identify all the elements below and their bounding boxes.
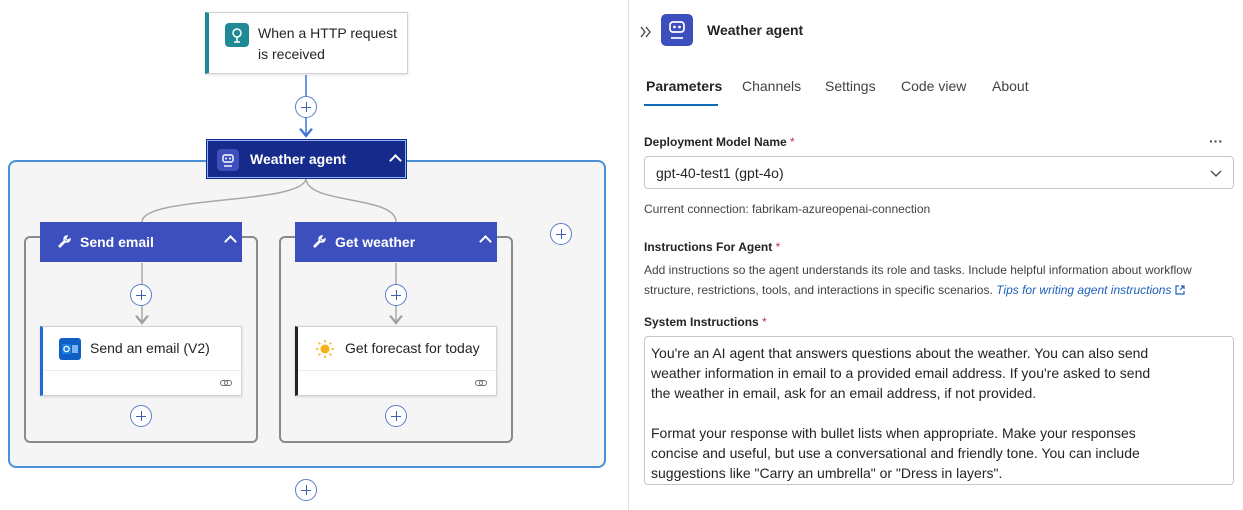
add-tool-button[interactable] — [550, 223, 572, 245]
details-panel: Weather agent Parameters Channels Settin… — [628, 0, 1243, 510]
action-title: Get forecast for today — [345, 340, 480, 356]
tab-settings[interactable]: Settings — [825, 78, 876, 94]
tab-about[interactable]: About — [992, 78, 1029, 94]
external-link-icon[interactable] — [1175, 285, 1185, 295]
action-title: Send an email (V2) — [90, 340, 210, 356]
add-action-button[interactable] — [130, 284, 152, 306]
add-action-button[interactable] — [385, 405, 407, 427]
action-card-get-forecast[interactable]: Get forecast for today — [295, 326, 497, 396]
collapse-chevron-icon[interactable] — [224, 235, 237, 248]
wrench-icon — [58, 235, 71, 248]
add-step-button[interactable] — [295, 96, 317, 118]
tab-channels[interactable]: Channels — [742, 78, 801, 94]
more-options-button[interactable]: ··· — [1209, 133, 1223, 149]
system-instructions-label: System Instructions * — [644, 315, 767, 329]
tab-code-view[interactable]: Code view — [901, 78, 966, 94]
tool-title: Send email — [80, 234, 154, 250]
outlook-icon — [59, 338, 81, 360]
deployment-model-dropdown[interactable]: gpt-40-test1 (gpt-4o) — [644, 156, 1234, 189]
connection-text: Current connection: fabrikam-azureopenai… — [644, 202, 931, 216]
add-action-button[interactable] — [130, 405, 152, 427]
collapse-chevron-icon[interactable] — [389, 154, 402, 167]
panel-title: Weather agent — [707, 22, 804, 38]
chevron-down-icon — [1210, 170, 1222, 177]
add-action-button[interactable] — [385, 284, 407, 306]
instructions-help: Add instructions so the agent understand… — [644, 263, 1192, 297]
collapse-chevron-icon[interactable] — [479, 235, 492, 248]
robot-icon — [661, 14, 693, 46]
active-tab-indicator — [644, 104, 718, 106]
collapse-panel-icon[interactable] — [639, 25, 653, 39]
tool-title: Get weather — [335, 234, 416, 250]
wrench-icon — [313, 235, 326, 248]
trigger-title: When a HTTP request is received — [258, 25, 398, 62]
agent-title: Weather agent — [250, 151, 347, 167]
tips-link[interactable]: Tips for writing agent instructions — [996, 283, 1171, 297]
tool-header-send-email[interactable]: Send email — [40, 222, 242, 262]
tool-header-get-weather[interactable]: Get weather — [295, 222, 497, 262]
system-instructions-textarea[interactable]: You're an AI agent that answers question… — [644, 336, 1234, 485]
sun-icon — [314, 338, 336, 360]
connection-link-icon — [475, 379, 487, 387]
instructions-label: Instructions For Agent * — [644, 240, 781, 254]
trigger-card[interactable]: When a HTTP request is received — [205, 12, 408, 74]
action-card-send-email[interactable]: Send an email (V2) — [40, 326, 242, 396]
agent-header[interactable]: Weather agent — [206, 139, 407, 179]
workflow-canvas: When a HTTP request is received Weather … — [0, 0, 628, 510]
deployment-model-value: gpt-40-test1 (gpt-4o) — [656, 165, 784, 181]
add-step-button[interactable] — [295, 479, 317, 501]
deployment-model-label: Deployment Model Name * — [644, 135, 795, 149]
robot-icon — [217, 149, 239, 171]
tab-parameters[interactable]: Parameters — [646, 78, 722, 94]
connection-link-icon — [220, 379, 232, 387]
http-request-icon — [225, 23, 249, 47]
